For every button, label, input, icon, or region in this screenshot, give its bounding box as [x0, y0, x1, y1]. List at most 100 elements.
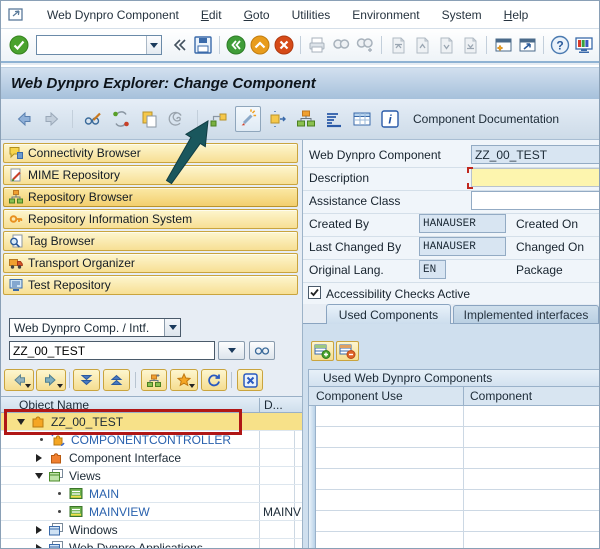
grid-row[interactable] — [316, 532, 600, 549]
refresh-button[interactable] — [201, 369, 227, 391]
menu-edit[interactable]: Edit — [190, 5, 233, 25]
grid-row[interactable] — [316, 406, 600, 427]
table-view-button[interactable] — [351, 108, 373, 130]
create-shortcut-button[interactable] — [516, 34, 538, 56]
spiral-icon[interactable] — [166, 108, 188, 130]
component-documentation-button[interactable]: Component Documentation — [413, 112, 559, 126]
toolbar-separator — [72, 110, 73, 128]
print-button[interactable] — [306, 34, 328, 56]
delete-row-button[interactable] — [336, 341, 359, 361]
sidebar-button-test-repository[interactable]: Test Repository — [3, 275, 298, 295]
menu-web-dynpro-component[interactable]: Web Dynpro Component — [36, 5, 190, 25]
tree-row-web-dynpro-applications[interactable]: Web Dynpro Applications — [1, 539, 302, 549]
expand-icon[interactable] — [33, 454, 45, 462]
object-name-input[interactable] — [9, 341, 215, 360]
menu-environment[interactable]: Environment — [341, 5, 430, 25]
close-browser-button[interactable] — [237, 369, 263, 391]
tree-back-button[interactable] — [4, 369, 34, 391]
assistance-class-field[interactable] — [471, 191, 600, 210]
applications-folder-icon — [49, 541, 65, 549]
save-button[interactable] — [192, 34, 214, 56]
cancel-button[interactable] — [273, 34, 295, 56]
collapse-icon[interactable] — [15, 419, 27, 425]
sort-button[interactable] — [323, 108, 345, 130]
new-session-button[interactable] — [492, 34, 514, 56]
chevron-down-icon[interactable] — [164, 319, 180, 336]
collapse-all-button[interactable] — [103, 369, 130, 391]
tree-row-windows[interactable]: Windows — [1, 521, 302, 539]
last-changed-by-field[interactable]: HANAUSER — [419, 237, 506, 256]
description-field[interactable] — [471, 168, 600, 187]
component-icon — [31, 415, 47, 429]
info-button[interactable]: i — [379, 108, 401, 130]
first-page-button[interactable] — [387, 34, 409, 56]
menu-system[interactable]: System — [431, 5, 493, 25]
tree-row-zz-00-test[interactable]: ZZ_00_TEST — [1, 413, 302, 431]
sidebar-button-transport-organizer[interactable]: Transport Organizer — [3, 253, 298, 273]
customize-layout-button[interactable] — [573, 34, 595, 56]
check-test-button[interactable] — [207, 108, 229, 130]
sidebar-button-repository-information-system[interactable]: Repository Information System — [3, 209, 298, 229]
command-field[interactable] — [36, 35, 162, 55]
tree-row-views[interactable]: Views — [1, 467, 302, 485]
accessibility-checkbox[interactable] — [308, 286, 321, 299]
find-next-button[interactable] — [354, 34, 376, 56]
tree-row-main[interactable]: MAIN — [1, 485, 302, 503]
tree-row-component-interface[interactable]: Component Interface — [1, 449, 302, 467]
menu-bar: Web Dynpro Component Edit Goto Utilities… — [1, 1, 600, 29]
tree-row-mainview[interactable]: MAINVIEW MAINV — [1, 503, 302, 521]
sidebar-button-label: Repository Information System — [28, 212, 192, 226]
collapse-icon[interactable] — [33, 473, 45, 479]
favorites-button[interactable] — [170, 369, 198, 391]
next-page-button[interactable] — [435, 34, 457, 56]
tab-implemented-interfaces[interactable]: Implemented interfaces — [453, 305, 599, 324]
grid-row[interactable] — [316, 427, 600, 448]
sidebar-button-mime-repository[interactable]: MIME Repository — [3, 165, 298, 185]
nav-back-button[interactable] — [13, 108, 35, 130]
edit-button[interactable] — [235, 106, 261, 132]
tree-hierarchy-button[interactable] — [141, 369, 167, 391]
exit-button[interactable] — [249, 34, 271, 56]
tab-used-components[interactable]: Used Components — [326, 304, 451, 324]
menu-help[interactable]: Help — [493, 5, 540, 25]
created-by-field[interactable]: HANAUSER — [419, 214, 506, 233]
nav-forward-button[interactable] — [41, 108, 63, 130]
system-menu-icon[interactable] — [8, 7, 26, 22]
expand-all-button[interactable] — [73, 369, 100, 391]
display-change-toggle-button[interactable] — [82, 108, 104, 130]
insert-row-button[interactable] — [311, 341, 334, 361]
tree-row-componentcontroller[interactable]: COMPONENTCONTROLLER — [1, 431, 302, 449]
expand-icon[interactable] — [33, 544, 45, 549]
last-page-button[interactable] — [459, 34, 481, 56]
component-field[interactable]: ZZ_00_TEST — [471, 145, 600, 164]
copy-component-button[interactable] — [267, 108, 289, 130]
sidebar-button-tag-browser[interactable]: Tag Browser — [3, 231, 298, 251]
enter-button[interactable] — [8, 34, 30, 56]
hide-toolbar-icon[interactable] — [168, 34, 190, 56]
menu-goto[interactable]: Goto — [233, 5, 281, 25]
display-object-button[interactable] — [249, 341, 275, 360]
menu-utilities[interactable]: Utilities — [281, 5, 342, 25]
grid-row[interactable] — [316, 448, 600, 469]
row-selector-strip[interactable] — [308, 406, 316, 549]
original-lang-field[interactable]: EN — [419, 260, 446, 279]
copy-button[interactable] — [138, 108, 160, 130]
grid-row[interactable] — [316, 469, 600, 490]
find-button[interactable] — [330, 34, 352, 56]
back-button[interactable] — [225, 34, 247, 56]
object-type-select[interactable]: Web Dynpro Comp. / Intf. — [9, 318, 181, 337]
sidebar-button-repository-browser[interactable]: Repository Browser — [3, 187, 298, 207]
tree-forward-button[interactable] — [36, 369, 66, 391]
grid-row[interactable] — [316, 511, 600, 532]
sidebar-button-connectivity-browser[interactable]: Connectivity Browser — [3, 143, 298, 163]
other-object-button[interactable] — [110, 108, 132, 130]
hierarchy-button[interactable] — [295, 108, 317, 130]
command-input[interactable] — [37, 36, 146, 54]
previous-page-button[interactable] — [411, 34, 433, 56]
tree-node-label: Windows — [69, 523, 118, 537]
help-button[interactable]: ? — [549, 34, 571, 56]
expand-icon[interactable] — [33, 526, 45, 534]
command-dropdown-icon[interactable] — [146, 36, 161, 54]
grid-row[interactable] — [316, 490, 600, 511]
object-name-dropdown-button[interactable] — [218, 341, 245, 360]
